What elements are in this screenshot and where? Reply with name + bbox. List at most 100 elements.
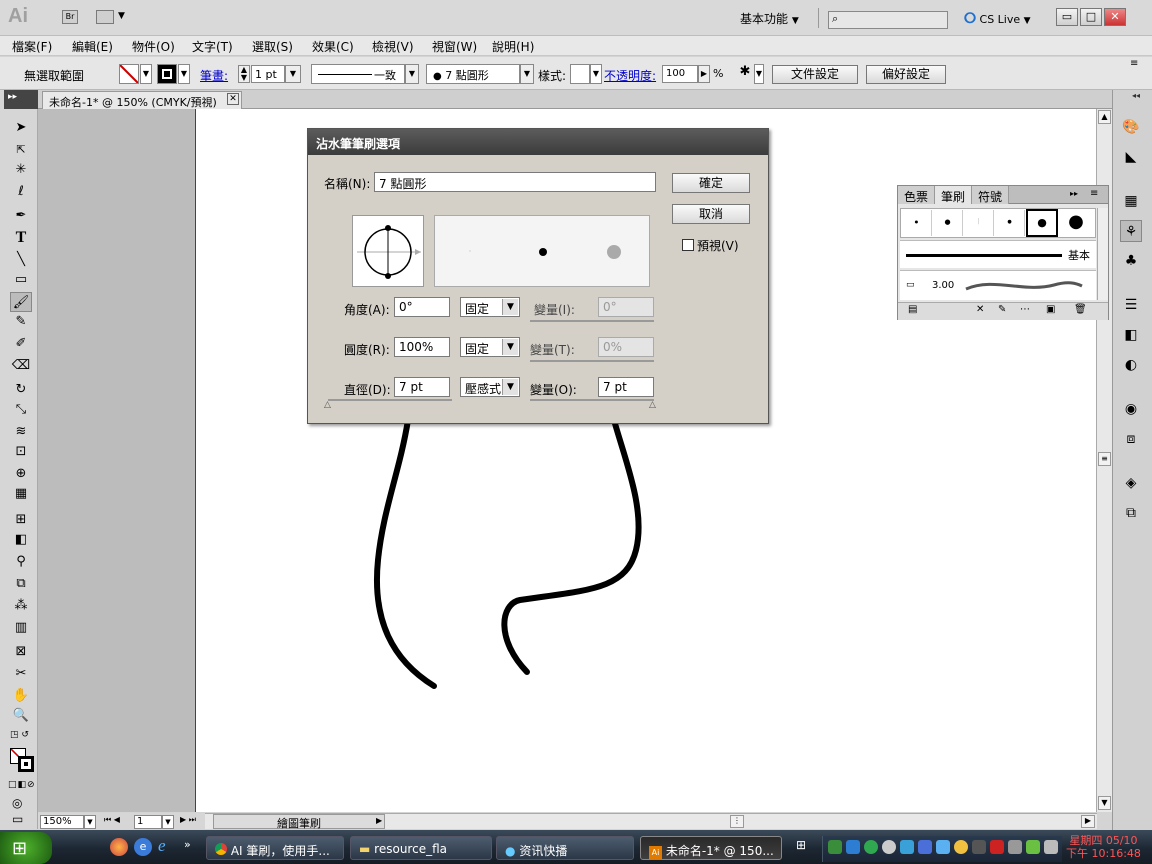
gradient-panel-icon[interactable]: ◣: [1120, 146, 1142, 168]
last-artboard-icon[interactable]: ▶ ⏭: [180, 815, 196, 825]
gradient-swatch-icon[interactable]: ◧: [1120, 324, 1142, 346]
scroll-thumb[interactable]: ≡: [1098, 452, 1111, 466]
task-illustrator[interactable]: Ai 未命名-1* @ 150...: [640, 836, 782, 860]
cancel-button[interactable]: 取消: [672, 204, 750, 224]
volume-icon[interactable]: [1044, 840, 1058, 854]
swatches-panel-icon[interactable]: ▦: [1120, 190, 1142, 212]
stroke-panel-icon[interactable]: ☰: [1120, 294, 1142, 316]
chevron-down-icon: ▼: [502, 299, 518, 315]
ok-button[interactable]: 確定: [672, 173, 750, 193]
art-brush-row[interactable]: ▭ 3.00: [900, 270, 1096, 300]
layers-panel-icon[interactable]: ◈: [1120, 472, 1142, 494]
preview-checkbox[interactable]: [682, 239, 694, 251]
angle-input[interactable]: 0°: [394, 297, 450, 317]
panel-menu-icon[interactable]: ≡: [1090, 188, 1098, 199]
tray-app-icon[interactable]: [990, 840, 1004, 854]
color-guide-icon[interactable]: 🎨: [1120, 116, 1142, 138]
diameter-variation-slider-track[interactable]: [530, 399, 654, 401]
tray-expand-icon[interactable]: ⊞: [796, 838, 806, 852]
task-label: 未命名-1* @ 150...: [665, 844, 774, 858]
diameter-slider-track[interactable]: [328, 399, 452, 401]
tray-app-icon[interactable]: [1008, 840, 1022, 854]
tray-app-icon[interactable]: [1026, 840, 1040, 854]
slider-handle-icon[interactable]: △: [649, 400, 656, 410]
brush-swatch-selected[interactable]: ●: [1026, 209, 1058, 237]
diameter-mode-label: 壓感式: [465, 382, 502, 396]
brush-swatch[interactable]: ●: [933, 210, 963, 236]
diameter-variation-input[interactable]: 7 pt: [598, 377, 654, 397]
brushes-panel-icon[interactable]: ⚘: [1120, 220, 1142, 242]
brush-swatch[interactable]: ●: [1059, 210, 1093, 236]
roundness-mode-select[interactable]: 固定 ▼: [460, 337, 520, 357]
roundness-variation-input[interactable]: 0%: [598, 337, 654, 357]
angle-variation-input[interactable]: 0°: [598, 297, 654, 317]
angle-mode-label: 固定: [465, 302, 490, 316]
tray-app-icon[interactable]: [864, 840, 878, 854]
transparency-panel-icon[interactable]: ◐: [1120, 354, 1142, 376]
tab-swatches[interactable]: 色票: [898, 186, 936, 204]
art-brush-icon: ▭: [906, 280, 915, 290]
ie-icon[interactable]: e: [158, 836, 166, 856]
tray-app-icon[interactable]: [828, 840, 842, 854]
task-player[interactable]: ● 资讯快播: [496, 836, 634, 860]
basic-brush-row[interactable]: 基本: [900, 240, 1096, 268]
tab-brushes[interactable]: 筆刷: [935, 186, 973, 204]
chevron-down-icon[interactable]: ▼: [84, 815, 96, 829]
trash-icon[interactable]: 🗑: [1074, 304, 1087, 315]
quick-launch-more-icon[interactable]: »: [184, 838, 191, 851]
art-brush-size: 3.00: [932, 280, 955, 291]
angle-roundness-preview[interactable]: [352, 215, 424, 287]
brush-library-icon[interactable]: ▤: [908, 304, 917, 315]
chevron-right-icon[interactable]: ▶: [376, 816, 382, 825]
first-artboard-icon[interactable]: ⏮ ◀: [104, 815, 120, 825]
diameter-input[interactable]: 7 pt: [394, 377, 450, 397]
graphic-styles-icon[interactable]: ⧈: [1120, 428, 1142, 450]
tray-app-icon[interactable]: [846, 840, 860, 854]
brush-swatch[interactable]: ●: [902, 210, 932, 236]
tray-app-icon[interactable]: [954, 840, 968, 854]
tray-app-icon[interactable]: [918, 840, 932, 854]
browser-icon[interactable]: e: [134, 838, 152, 856]
remove-stroke-icon[interactable]: ✕: [976, 304, 984, 315]
angle-slider-track[interactable]: [530, 320, 654, 322]
roundness-mode-label: 固定: [465, 342, 490, 356]
tray-app-icon[interactable]: [882, 840, 896, 854]
tray-app-icon[interactable]: [900, 840, 914, 854]
appearance-panel-icon[interactable]: ◉: [1120, 398, 1142, 420]
task-folder[interactable]: ▬ resource_fla: [350, 836, 492, 860]
angle-mode-select[interactable]: 固定 ▼: [460, 297, 520, 317]
collapse-dock-icon[interactable]: ◂◂: [1132, 91, 1140, 100]
diameter-mode-select[interactable]: 壓感式 ▼: [460, 377, 520, 397]
scroll-right-icon[interactable]: ▶: [1081, 815, 1095, 828]
start-button[interactable]: ⊞: [0, 832, 52, 864]
roundness-input[interactable]: 100%: [394, 337, 450, 357]
folder-icon: ▬: [359, 842, 371, 856]
roundness-slider-track[interactable]: [530, 360, 654, 362]
firefox-icon[interactable]: [110, 838, 128, 856]
task-chrome[interactable]: AI 筆刷，使用手...: [206, 836, 344, 860]
slider-handle-icon[interactable]: △: [324, 400, 331, 410]
options-icon[interactable]: ✎: [998, 304, 1006, 315]
artboards-panel-icon[interactable]: ⧉: [1120, 502, 1142, 524]
stroke-options-icon[interactable]: ⋯: [1020, 304, 1030, 315]
tray-app-icon[interactable]: [972, 840, 986, 854]
brush-swatch[interactable]: |: [964, 210, 994, 236]
tray-app-icon[interactable]: [936, 840, 950, 854]
name-input[interactable]: 7 點圓形: [374, 172, 656, 192]
brush-swatch[interactable]: ●: [995, 210, 1025, 236]
clock-time: 下午 10:16:48: [1066, 847, 1141, 860]
chevron-down-icon[interactable]: ▼: [162, 815, 174, 829]
symbols-panel-icon[interactable]: ♣: [1120, 250, 1142, 272]
scroll-down-icon[interactable]: ▼: [1098, 796, 1111, 810]
panel-expand-icon[interactable]: ▸▸: [1070, 189, 1078, 198]
panel-scrollbar[interactable]: [1097, 208, 1108, 300]
preview-label: 預視(V): [697, 239, 739, 253]
tab-symbols[interactable]: 符號: [972, 186, 1010, 204]
status-tool-name[interactable]: 繪圖筆刷: [213, 814, 385, 830]
new-brush-icon[interactable]: ▣: [1046, 304, 1055, 315]
artboard-number-input[interactable]: 1: [134, 815, 162, 829]
scroll-up-icon[interactable]: ▲: [1098, 110, 1111, 124]
zoom-input[interactable]: 150%: [40, 815, 84, 829]
clock[interactable]: 星期四 05/10 下午 10:16:48: [1066, 834, 1141, 860]
scroll-thumb[interactable]: ⋮: [730, 815, 744, 828]
